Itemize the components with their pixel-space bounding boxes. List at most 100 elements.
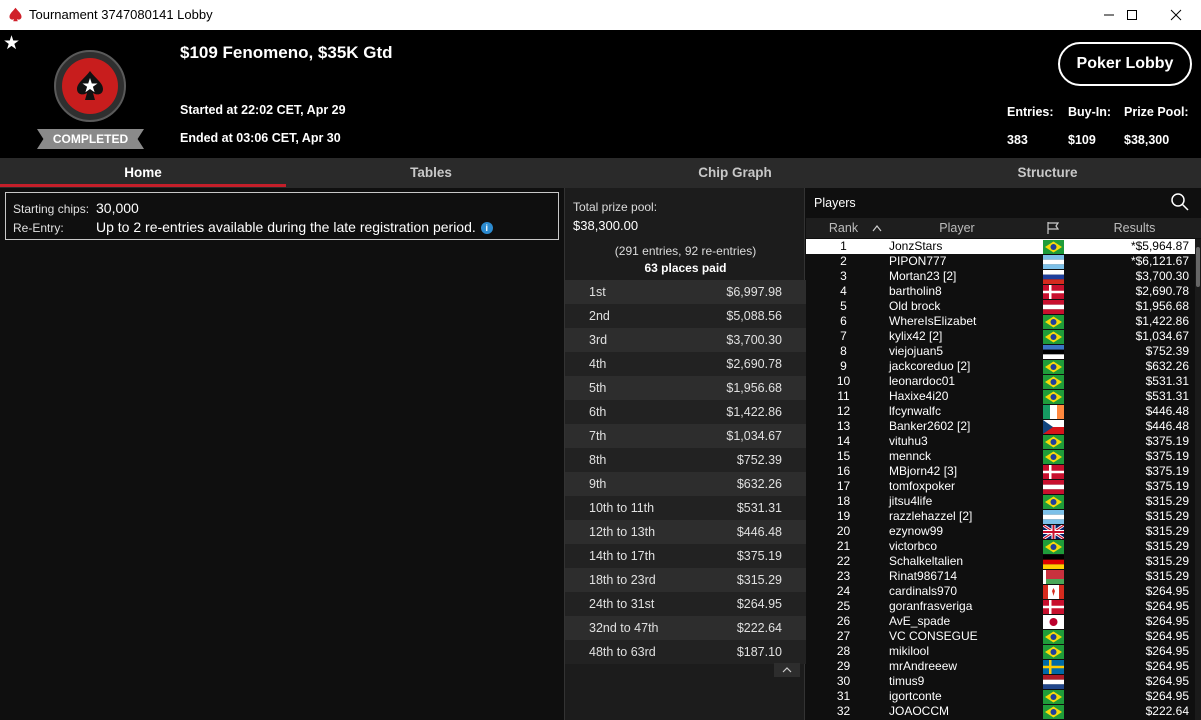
payout-row: 4th $2,690.78 [565, 352, 806, 376]
close-button[interactable] [1153, 0, 1199, 30]
player-rank: 2 [840, 254, 847, 268]
scroll-up-button[interactable] [774, 663, 800, 677]
player-row[interactable]: 14 vituhu3 $375.19 [806, 434, 1195, 449]
tab-tables[interactable]: Tables [286, 158, 576, 188]
player-result: $264.95 [1145, 599, 1189, 613]
player-row[interactable]: 8 viejojuan5 $752.39 [806, 344, 1195, 359]
player-row[interactable]: 20 ezynow99 $315.29 [806, 523, 1195, 541]
player-row[interactable]: 4 bartholin8 $2,690.78 [806, 284, 1195, 299]
player-name: Banker2602 [2] [889, 419, 971, 433]
player-result: $315.29 [1145, 509, 1189, 523]
player-rank: 22 [836, 554, 851, 568]
payout-place: 48th to 63rd [589, 645, 656, 659]
player-name: ezynow99 [889, 524, 944, 538]
payout-place: 3rd [589, 333, 608, 347]
player-row[interactable]: 32 JOAOCCM $222.64 [806, 704, 1195, 719]
player-name: cardinals970 [889, 584, 958, 598]
player-result: $264.95 [1145, 674, 1189, 688]
country-flag-icon [1043, 540, 1064, 554]
player-row[interactable]: 28 mikilool $264.95 [806, 644, 1195, 659]
player-row[interactable]: 19 razzlehazzel [2] $315.29 [806, 509, 1195, 524]
player-row[interactable]: 16 MBjorn42 [3] $375.19 [806, 464, 1195, 479]
player-name: Mortan23 [2] [889, 269, 957, 283]
player-row[interactable]: 23 Rinat986714 $315.29 [806, 569, 1195, 584]
player-rank: 15 [836, 449, 851, 463]
player-row[interactable]: 22 Schalkeltalien $315.29 [806, 554, 1195, 569]
player-rank: 21 [836, 539, 851, 553]
player-row[interactable]: 11 Haxixe4i20 $531.31 [806, 389, 1195, 404]
player-rank: 10 [836, 374, 851, 388]
tab-home[interactable]: Home [0, 158, 286, 188]
player-name: vituhu3 [889, 434, 928, 448]
player-name: goranfrasveriga [889, 599, 973, 613]
payout-row: 5th $1,956.68 [565, 376, 806, 400]
maximize-button[interactable] [1109, 0, 1155, 30]
player-row[interactable]: 29 mrAndreeew $264.95 [806, 659, 1195, 674]
player-result: $1,956.68 [1135, 299, 1189, 313]
player-row[interactable]: 21 victorbco $315.29 [806, 539, 1195, 554]
payout-row: 32nd to 47th $222.64 [565, 616, 806, 640]
player-row[interactable]: 17 tomfoxpoker $375.19 [806, 479, 1195, 494]
player-row[interactable]: 18 jitsu4life $315.29 [806, 494, 1195, 509]
pokerstars-logo [54, 50, 126, 122]
player-row[interactable]: 27 VC CONSEGUE $264.95 [806, 629, 1195, 644]
payout-row: 2nd $5,088.56 [565, 304, 806, 328]
player-result: $315.29 [1145, 554, 1189, 568]
scrollbar-thumb[interactable] [1196, 247, 1200, 287]
rank-column-header[interactable]: Rank [806, 218, 881, 238]
search-icon[interactable] [1170, 192, 1190, 212]
players-scrollbar[interactable] [1195, 239, 1201, 720]
country-flag-icon [1043, 690, 1064, 704]
player-row[interactable]: 24 cardinals970 $264.95 [806, 584, 1195, 599]
player-result: $264.95 [1145, 659, 1189, 673]
payout-amount: $632.26 [736, 477, 782, 491]
player-row[interactable]: 26 AvE_spade $264.95 [806, 614, 1195, 629]
player-row[interactable]: 15 mennck $375.19 [806, 449, 1195, 464]
results-column-header[interactable]: Results [1068, 218, 1201, 238]
player-rank: 20 [836, 524, 851, 538]
player-row[interactable]: 1 JonzStars *$5,964.87 [806, 239, 1195, 254]
player-row[interactable]: 12 lfcynwalfc $446.48 [806, 404, 1195, 419]
player-result: $1,034.67 [1135, 329, 1189, 343]
player-row[interactable]: 10 leonardoc01 $531.31 [806, 374, 1195, 389]
player-row[interactable]: 2 PIPON777 *$6,121.67 [806, 254, 1195, 269]
info-icon[interactable]: i [480, 222, 493, 235]
player-row[interactable]: 31 igortconte $264.95 [806, 689, 1195, 704]
player-column-header[interactable]: Player [884, 218, 1030, 238]
player-result: $315.29 [1145, 494, 1189, 508]
player-rank: 16 [836, 464, 851, 478]
payout-amount: $531.31 [736, 501, 782, 515]
player-row[interactable]: 3 Mortan23 [2] $3,700.30 [806, 269, 1195, 284]
payout-row: 12th to 13th $446.48 [565, 520, 806, 544]
player-row[interactable]: 30 timus9 $264.95 [806, 674, 1195, 689]
player-rank: 23 [836, 569, 851, 583]
player-row[interactable]: 7 kylix42 [2] $1,034.67 [806, 329, 1195, 344]
entries-summary: (291 entries, 92 re-entries) [614, 244, 757, 258]
tab-structure[interactable]: Structure [894, 158, 1201, 188]
player-row[interactable]: 9 jackcoreduo [2] $632.26 [806, 359, 1195, 374]
country-flag-icon [1043, 510, 1064, 524]
player-rank: 31 [836, 689, 851, 703]
payout-place: 2nd [589, 309, 610, 323]
payout-amount: $187.10 [736, 645, 782, 659]
tournament-title: $109 Fenomeno, $35K Gtd [180, 43, 393, 62]
player-row[interactable]: 6 WhereIsElizabet $1,422.86 [806, 314, 1195, 329]
players-title: Players [814, 196, 856, 210]
favorite-star-icon[interactable]: ★ [3, 34, 20, 53]
entries-label: Entries: [1007, 105, 1054, 119]
player-name: jitsu4life [889, 494, 933, 508]
player-name: jackcoreduo [2] [889, 359, 971, 373]
player-row[interactable]: 13 Banker2602 [2] $446.48 [806, 419, 1195, 434]
player-rank: 12 [836, 404, 851, 418]
country-flag-icon [1042, 523, 1065, 541]
player-row[interactable]: 25 goranfrasveriga $264.95 [806, 599, 1195, 614]
poker-lobby-button[interactable]: Poker Lobby [1058, 42, 1192, 86]
players-panel: Players Rank Player Results 1 JonzStars *$… [806, 188, 1201, 720]
player-rank: 3 [840, 269, 847, 283]
payout-place: 7th [589, 429, 607, 443]
payout-amount: $2,690.78 [726, 357, 782, 371]
flag-column-icon[interactable] [1046, 221, 1060, 235]
player-result: $264.95 [1145, 629, 1189, 643]
tab-chip-graph[interactable]: Chip Graph [576, 158, 894, 188]
player-row[interactable]: 5 Old brock $1,956.68 [806, 299, 1195, 314]
